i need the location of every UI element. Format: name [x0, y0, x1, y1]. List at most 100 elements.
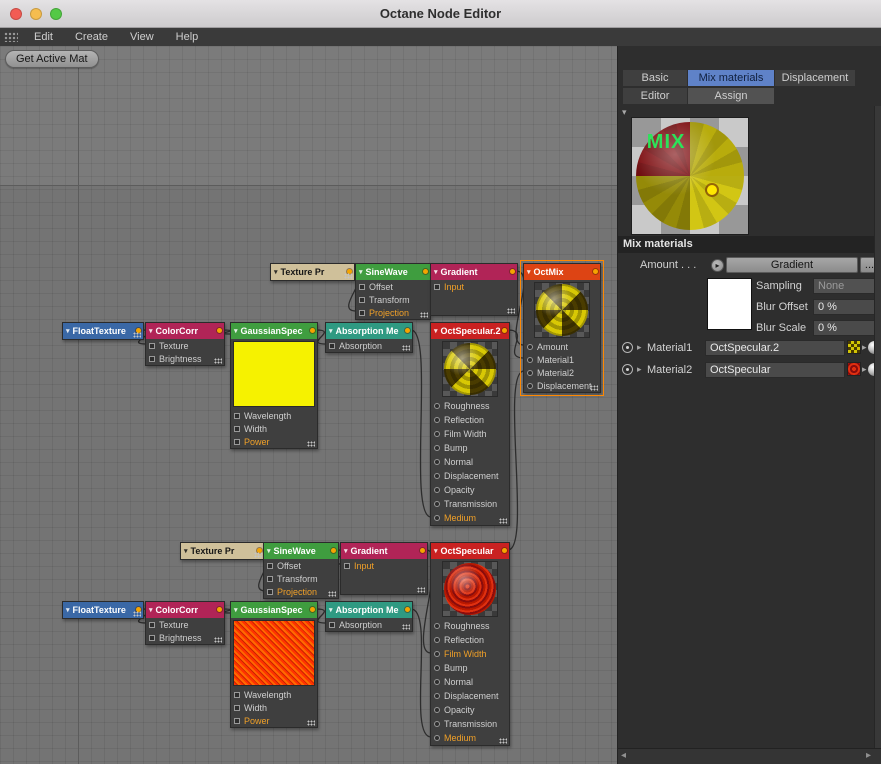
input-port-icon[interactable]	[149, 342, 155, 349]
node-header[interactable]: ▾ Texture Pr	[181, 543, 264, 559]
resize-grip[interactable]	[499, 738, 507, 744]
port-wavelength[interactable]: Wavelength	[231, 688, 317, 701]
input-port-icon[interactable]	[434, 431, 440, 437]
collapse-icon[interactable]: ▾	[267, 547, 271, 555]
input-port-icon[interactable]	[434, 501, 440, 507]
port-projection[interactable]: Projection	[264, 585, 338, 598]
collapse-icon[interactable]: ▾	[234, 327, 238, 335]
input-port-icon[interactable]	[434, 515, 440, 521]
input-port-icon[interactable]	[344, 562, 350, 569]
resize-grip[interactable]	[214, 358, 222, 364]
blur-scale-value[interactable]: 0 %	[813, 320, 879, 336]
node-texture-pr[interactable]: ▾ Texture Pr	[270, 263, 355, 281]
input-port-icon[interactable]	[234, 717, 240, 724]
get-active-mat-button[interactable]: Get Active Mat	[5, 50, 99, 68]
collapse-icon[interactable]: ▾	[149, 327, 153, 335]
collapse-icon[interactable]: ▾	[66, 606, 70, 614]
input-port-icon[interactable]	[434, 693, 440, 699]
node-absorption-me[interactable]: ▾ Absorption Me Absorption	[325, 322, 413, 353]
port-reflection[interactable]: Reflection	[431, 633, 509, 647]
port-input[interactable]: Input	[431, 280, 517, 293]
output-port[interactable]	[310, 607, 315, 612]
panel-horizontal-scrollbar[interactable]: ◂ ▸	[618, 748, 881, 764]
node-gaussianspec[interactable]: ▾ GaussianSpec Wavelength Width Power	[230, 601, 318, 728]
port-brightness[interactable]: Brightness	[146, 631, 224, 644]
tab-basic[interactable]: Basic	[623, 70, 687, 86]
collapse-icon[interactable]: ▾	[274, 268, 278, 276]
node-header[interactable]: ▾ FloatTexture	[63, 323, 143, 339]
output-port[interactable]	[502, 328, 507, 333]
port-material1[interactable]: Material1	[524, 353, 600, 366]
output-port[interactable]	[593, 269, 598, 274]
port-medium[interactable]: Medium	[431, 731, 509, 745]
port-film-width[interactable]: Film Width	[431, 647, 509, 661]
port-roughness[interactable]: Roughness	[431, 399, 509, 413]
node-header[interactable]: ▾ ColorCorr	[146, 602, 224, 618]
gradient-texture-button[interactable]: Gradient	[726, 257, 858, 273]
resize-grip[interactable]	[499, 518, 507, 524]
node-octspecular[interactable]: ▾ OctSpecular Roughness Reflection Film Widt…	[430, 542, 510, 746]
port-texture[interactable]: Texture	[146, 339, 224, 352]
input-port-icon[interactable]	[434, 417, 440, 423]
node-floattexture[interactable]: ▾ FloatTexture	[62, 601, 144, 619]
material2-thumbnail[interactable]	[847, 362, 861, 376]
port-bump[interactable]: Bump	[431, 441, 509, 455]
resize-grip[interactable]	[307, 720, 315, 726]
output-port[interactable]	[405, 328, 410, 333]
output-port[interactable]	[423, 269, 428, 274]
port-width[interactable]: Width	[231, 701, 317, 714]
input-port-icon[interactable]	[434, 403, 440, 409]
port-brightness[interactable]: Brightness	[146, 352, 224, 365]
port-transform[interactable]: Transform	[264, 572, 338, 585]
resize-grip[interactable]	[328, 591, 336, 597]
drag-handle-icon[interactable]	[4, 32, 18, 42]
output-port[interactable]	[502, 548, 507, 553]
menu-help[interactable]: Help	[165, 28, 210, 46]
output-port[interactable]	[310, 328, 315, 333]
node-octspecular-2[interactable]: ▾ OctSpecular.2 Roughness Reflection Film Wi…	[430, 322, 510, 526]
input-port-icon[interactable]	[234, 412, 240, 419]
collapse-icon[interactable]: ▾	[329, 606, 333, 614]
collapse-icon[interactable]: ▾	[527, 268, 531, 276]
material1-disclosure-icon[interactable]: ▸	[637, 342, 642, 353]
input-port-icon[interactable]	[149, 355, 155, 362]
port-power[interactable]: Power	[231, 435, 317, 448]
resize-grip[interactable]	[344, 273, 352, 279]
node-header[interactable]: ▾ Absorption Me	[326, 602, 412, 618]
input-port-icon[interactable]	[234, 425, 240, 432]
node-octmix[interactable]: ▾ OctMix Amount Material1 Material2 Displacem…	[520, 260, 604, 396]
input-port-icon[interactable]	[434, 637, 440, 643]
node-header[interactable]: ▾ Absorption Me	[326, 323, 412, 339]
port-material2[interactable]: Material2	[524, 366, 600, 379]
panel-vertical-scrollbar[interactable]	[874, 106, 881, 748]
port-normal[interactable]: Normal	[431, 455, 509, 469]
resize-grip[interactable]	[507, 308, 515, 314]
resize-grip[interactable]	[402, 624, 410, 630]
port-normal[interactable]: Normal	[431, 675, 509, 689]
material2-radio[interactable]	[622, 364, 633, 375]
input-port-icon[interactable]	[329, 621, 335, 628]
port-absorption[interactable]: Absorption	[326, 339, 412, 352]
node-header[interactable]: ▾ OctSpecular	[431, 543, 509, 559]
connection-wire[interactable]	[410, 329, 432, 518]
input-port-icon[interactable]	[149, 621, 155, 628]
input-port-icon[interactable]	[359, 283, 365, 290]
material1-radio[interactable]	[622, 342, 633, 353]
collapse-icon[interactable]: ▾	[184, 547, 188, 555]
input-port-icon[interactable]	[434, 283, 440, 290]
collapse-icon[interactable]: ▾	[149, 606, 153, 614]
material2-value[interactable]: OctSpecular	[705, 362, 845, 378]
node-sinewave[interactable]: ▾ SineWave Offset Transform Projection	[355, 263, 431, 320]
node-gaussianspec[interactable]: ▾ GaussianSpec Wavelength Width Power	[230, 322, 318, 449]
port-power[interactable]: Power	[231, 714, 317, 727]
input-port-icon[interactable]	[234, 438, 240, 445]
output-port[interactable]	[217, 607, 222, 612]
output-port[interactable]	[405, 607, 410, 612]
blur-offset-value[interactable]: 0 %	[813, 299, 879, 315]
port-wavelength[interactable]: Wavelength	[231, 409, 317, 422]
input-port-icon[interactable]	[359, 309, 365, 316]
resize-grip[interactable]	[133, 611, 141, 617]
output-port[interactable]	[331, 548, 336, 553]
node-header[interactable]: ▾ ColorCorr	[146, 323, 224, 339]
port-input[interactable]: Input	[341, 559, 427, 572]
